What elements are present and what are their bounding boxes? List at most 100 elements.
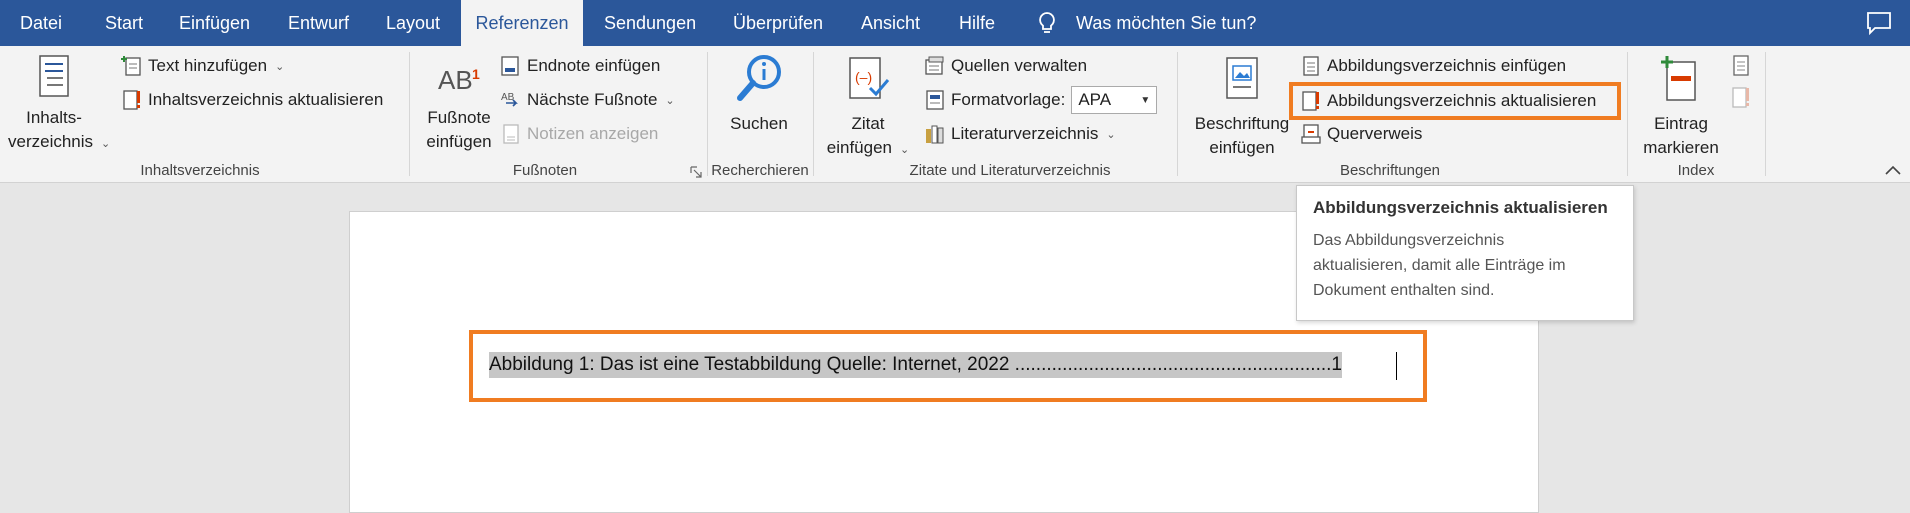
ribbon-tab-bar: Datei Start Einfügen Entwurf Layout Refe… — [0, 0, 1910, 46]
tab-hilfe[interactable]: Hilfe — [959, 0, 995, 46]
bibliography-icon — [926, 125, 944, 144]
svg-text:AB: AB — [501, 92, 515, 103]
insert-index-icon[interactable] — [1730, 54, 1752, 78]
bibliography-label: Literaturverzeichnis — [951, 124, 1099, 143]
table-of-contents-icon — [39, 55, 69, 97]
group-label-index: Index — [1677, 162, 1715, 179]
mark-entry-button[interactable]: Eintrag markieren — [1636, 54, 1726, 160]
style-selector: Formatvorlage: APA ▼ — [924, 85, 1158, 115]
citation-label-2: einfügen ⌄ — [826, 138, 910, 157]
collapse-ribbon-icon[interactable] — [1884, 162, 1902, 180]
insert-table-of-figures-button[interactable]: Abbildungsverzeichnis einfügen — [1300, 51, 1566, 81]
insert-citation-button[interactable]: (–) Zitat einfügen ⌄ — [822, 54, 914, 162]
group-label-captions: Beschriftungen — [1339, 162, 1441, 179]
style-label: Formatvorlage: — [951, 90, 1066, 109]
insert-tof-label: Abbildungsverzeichnis einfügen — [1327, 56, 1567, 75]
tooltip: Abbildungsverzeichnis aktualisieren Das … — [1296, 185, 1634, 321]
group-label-footnotes: Fußnoten — [512, 162, 578, 179]
chevron-down-icon: ⌄ — [1106, 128, 1116, 141]
tab-ueberpruefen[interactable]: Überprüfen — [733, 0, 823, 46]
cross-reference-button[interactable]: Querverweis — [1300, 119, 1422, 149]
chevron-down-icon: ⌄ — [665, 94, 675, 107]
dialog-launcher-icon[interactable] — [690, 166, 702, 178]
insert-endnote-button[interactable]: Endnote einfügen — [500, 51, 660, 81]
ribbon: Inhalts- verzeichnis ⌄ Text hinzufügen ⌄ I… — [0, 46, 1910, 183]
group-label-citations: Zitate und Literaturverzeichnis — [909, 162, 1111, 179]
bibliography-button[interactable]: Literaturverzeichnis ⌄ — [924, 119, 1116, 149]
insert-caption-button[interactable]: Beschriftung einfügen — [1186, 54, 1298, 160]
manage-sources-button[interactable]: Quellen verwalten — [924, 51, 1087, 81]
toc-label-1: Inhalts- — [26, 108, 82, 127]
tab-start[interactable]: Start — [105, 0, 143, 46]
tell-me-search[interactable]: Was möchten Sie tun? — [1076, 0, 1256, 46]
tooltip-line: Das Abbildungsverzeichnis — [1313, 232, 1505, 249]
cross-reference-icon — [1301, 124, 1321, 144]
footnote-label-1: Fußnote — [427, 108, 491, 127]
comment-icon[interactable] — [1866, 11, 1892, 35]
tab-einfuegen[interactable]: Einfügen — [179, 0, 250, 46]
tooltip-line: Dokument enthalten sind. — [1313, 282, 1495, 299]
group-separator — [1627, 52, 1628, 176]
update-tof-label: Abbildungsverzeichnis aktualisieren — [1327, 91, 1597, 110]
svg-text:(–): (–) — [855, 69, 872, 85]
chevron-down-icon: ⌄ — [275, 60, 285, 73]
mark-entry-label-1: Eintrag — [1654, 114, 1708, 133]
tab-entwurf[interactable]: Entwurf — [288, 0, 349, 46]
citation-label-1: Zitat — [851, 114, 885, 133]
group-separator — [707, 52, 708, 176]
add-text-icon — [121, 56, 141, 76]
tab-datei[interactable]: Datei — [20, 0, 62, 46]
next-footnote-label: Nächste Fußnote — [527, 90, 658, 109]
style-dropdown[interactable]: APA ▼ — [1071, 86, 1158, 114]
mark-entry-icon — [1661, 56, 1696, 101]
style-icon — [926, 90, 944, 110]
tooltip-line: aktualisieren, damit alle Einträge im — [1313, 257, 1566, 274]
group-label-toc: Inhaltsverzeichnis — [140, 162, 260, 179]
group-separator — [1177, 52, 1178, 176]
tab-sendungen[interactable]: Sendungen — [604, 0, 696, 46]
update-table-of-figures-button[interactable]: Abbildungsverzeichnis aktualisieren — [1289, 82, 1621, 120]
manage-sources-label: Quellen verwalten — [951, 56, 1088, 75]
search-icon — [737, 55, 781, 101]
chevron-down-icon: ⌄ — [900, 144, 910, 156]
lightbulb-icon[interactable] — [1034, 10, 1060, 36]
add-text-button[interactable]: Text hinzufügen ⌄ — [121, 51, 284, 81]
show-notes-label: Notizen anzeigen — [527, 124, 659, 143]
cross-reference-label: Querverweis — [1327, 124, 1423, 143]
update-index-icon[interactable] — [1730, 86, 1752, 110]
add-text-label: Text hinzufügen — [148, 56, 268, 75]
caption-label-1: Beschriftung — [1194, 114, 1290, 133]
dropdown-arrow-icon: ▼ — [1140, 94, 1151, 106]
next-footnote-button[interactable]: AB Nächste Fußnote ⌄ — [500, 85, 675, 115]
tab-ansicht[interactable]: Ansicht — [861, 0, 920, 46]
manage-sources-icon — [925, 56, 944, 75]
citation-icon: (–) — [849, 57, 890, 99]
group-separator — [1765, 52, 1766, 176]
group-separator — [813, 52, 814, 176]
update-toc-button[interactable]: Inhaltsverzeichnis aktualisieren — [121, 85, 383, 115]
group-label-research: Recherchieren — [711, 162, 809, 179]
show-notes-button[interactable]: Notizen anzeigen — [500, 119, 658, 149]
style-dropdown-value: APA — [1078, 90, 1112, 109]
footnote-icon-sup: 1 — [472, 66, 480, 82]
update-toc-label: Inhaltsverzeichnis aktualisieren — [148, 90, 384, 109]
table-of-contents-button[interactable]: Inhalts- verzeichnis ⌄ — [8, 54, 111, 156]
mark-entry-label-2: markieren — [1643, 138, 1719, 157]
search-button[interactable]: Suchen — [714, 54, 804, 136]
insert-footnote-button[interactable]: AB 1 Fußnote einfügen — [418, 54, 500, 154]
toc-label-2: verzeichnis ⌄ — [8, 132, 111, 151]
endnote-label: Endnote einfügen — [527, 56, 661, 75]
tab-layout[interactable]: Layout — [386, 0, 440, 46]
search-label: Suchen — [730, 114, 788, 133]
tab-referenzen[interactable]: Referenzen — [461, 0, 583, 46]
group-separator — [409, 52, 410, 176]
next-footnote-icon: AB — [501, 92, 518, 107]
endnote-icon — [501, 56, 519, 76]
update-toc-icon — [123, 90, 140, 110]
table-of-figures-entry[interactable]: Abbildung 1: Das ist eine Testabbildung … — [489, 352, 1342, 378]
footnote-icon-ab: AB — [438, 65, 473, 95]
chevron-down-icon: ⌄ — [101, 138, 111, 150]
table-of-figures-icon — [1303, 56, 1319, 76]
tooltip-title: Abbildungsverzeichnis aktualisieren — [1313, 198, 1608, 217]
text-cursor — [1396, 352, 1397, 380]
